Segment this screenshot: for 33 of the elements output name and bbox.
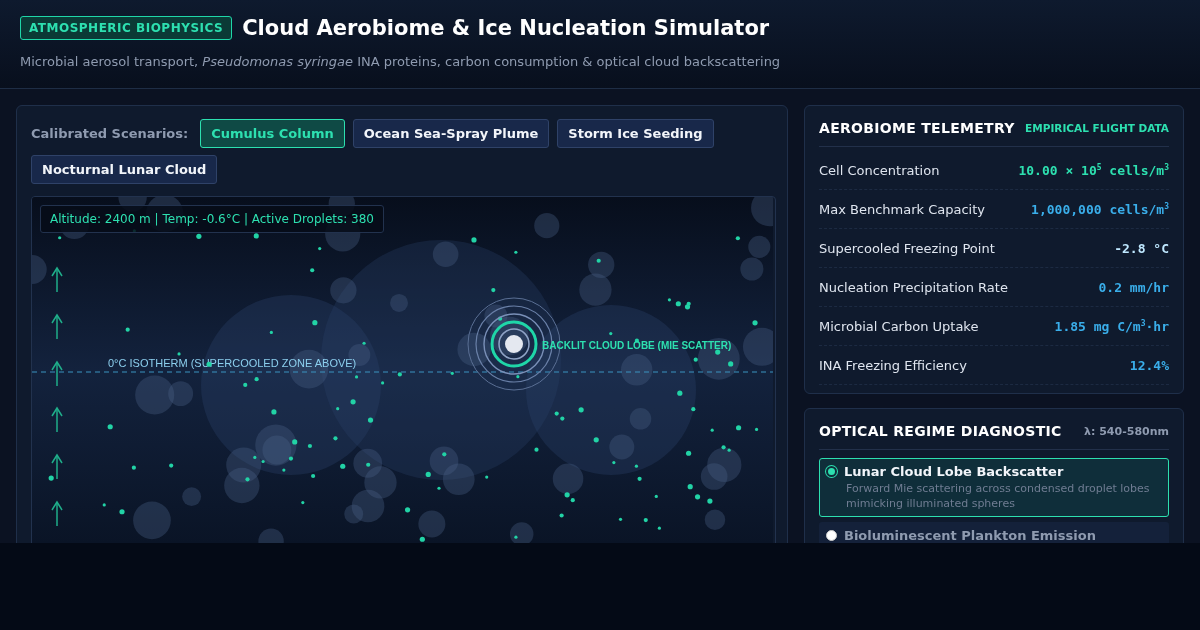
metric-label: Max Benchmark Capacity [819,201,985,217]
optical-option[interactable]: Lunar Cloud Lobe Backscatter Forward Mie scattering across condensed droplet lobes mimicking illuminated spheres [819,458,1169,517]
optical-title: OPTICAL REGIME DIAGNOSTIC [819,423,1062,439]
radio-button[interactable] [826,466,837,477]
option-title: Lunar Cloud Lobe Backscatter [844,464,1064,479]
metric-value: 1,000,000 cells/m$^{3}$ [1031,201,1169,217]
isotherm-label: 0°C ISOTHERM (SUPERCOOLED ZONE ABOVE) [108,357,357,369]
metric-label: Cell Concentration [819,162,940,178]
metric-value: -2.8 °C [1114,240,1169,256]
scenario-button[interactable]: Storm Ice Seeding [557,119,714,148]
simulation-readout: Altitude: 2400 m | Temp: -0.6°C | Active Droplets: 380 [40,205,384,233]
category-badge: ATMOSPHERIC BIOPHYSICS [20,16,233,40]
metric-label: INA Freezing Efficiency [819,357,967,373]
scenario-button[interactable]: Ocean Sea-Spray Plume [352,119,550,148]
metric-value: 1.85 mg C/m$^{3}$·hr [1054,318,1169,334]
metric-value: 10.00 × 10$^{5}$ cells/m$^{3}$ [1018,162,1169,178]
option-description: Forward Mie scattering across condensed droplet lobes mimicking illuminated spheres [846,481,1151,511]
metric-label: Supercooled Freezing Point [819,240,995,256]
optical-option[interactable]: Bioluminescent Plankton Emission [819,522,1169,543]
scenario-button[interactable]: Nocturnal Lunar Cloud [31,155,218,184]
page-subtitle: Microbial aerosol transport, Pseudomonas syringae INA proteins, carbon consumption & optical cloud backscattering [20,54,782,69]
option-title: Bioluminescent Plankton Emission [844,528,1096,543]
metric-label: Nucleation Precipitation Rate [819,279,1008,295]
page-title: Cloud Aerobiome & Ice Nucleation Simulator [242,16,770,40]
telemetry-title: AEROBIOME TELEMETRY [819,120,1015,136]
metric-value: 0.2 mm/hr [1098,279,1169,295]
data-source-label: EMPIRICAL FLIGHT DATA [1025,122,1169,134]
metric-value: 12.4% [1129,357,1169,373]
wavelength-label: λ: 540-580nm [1084,424,1169,438]
light-source-label: BACKLIT CLOUD LOBE (MIE SCATTER) [542,340,732,351]
scenarios-label: Calibrated Scenarios: [31,126,189,141]
scenario-button[interactable]: Cumulus Column [200,119,345,148]
metric-label: Microbial Carbon Uptake [819,318,979,334]
